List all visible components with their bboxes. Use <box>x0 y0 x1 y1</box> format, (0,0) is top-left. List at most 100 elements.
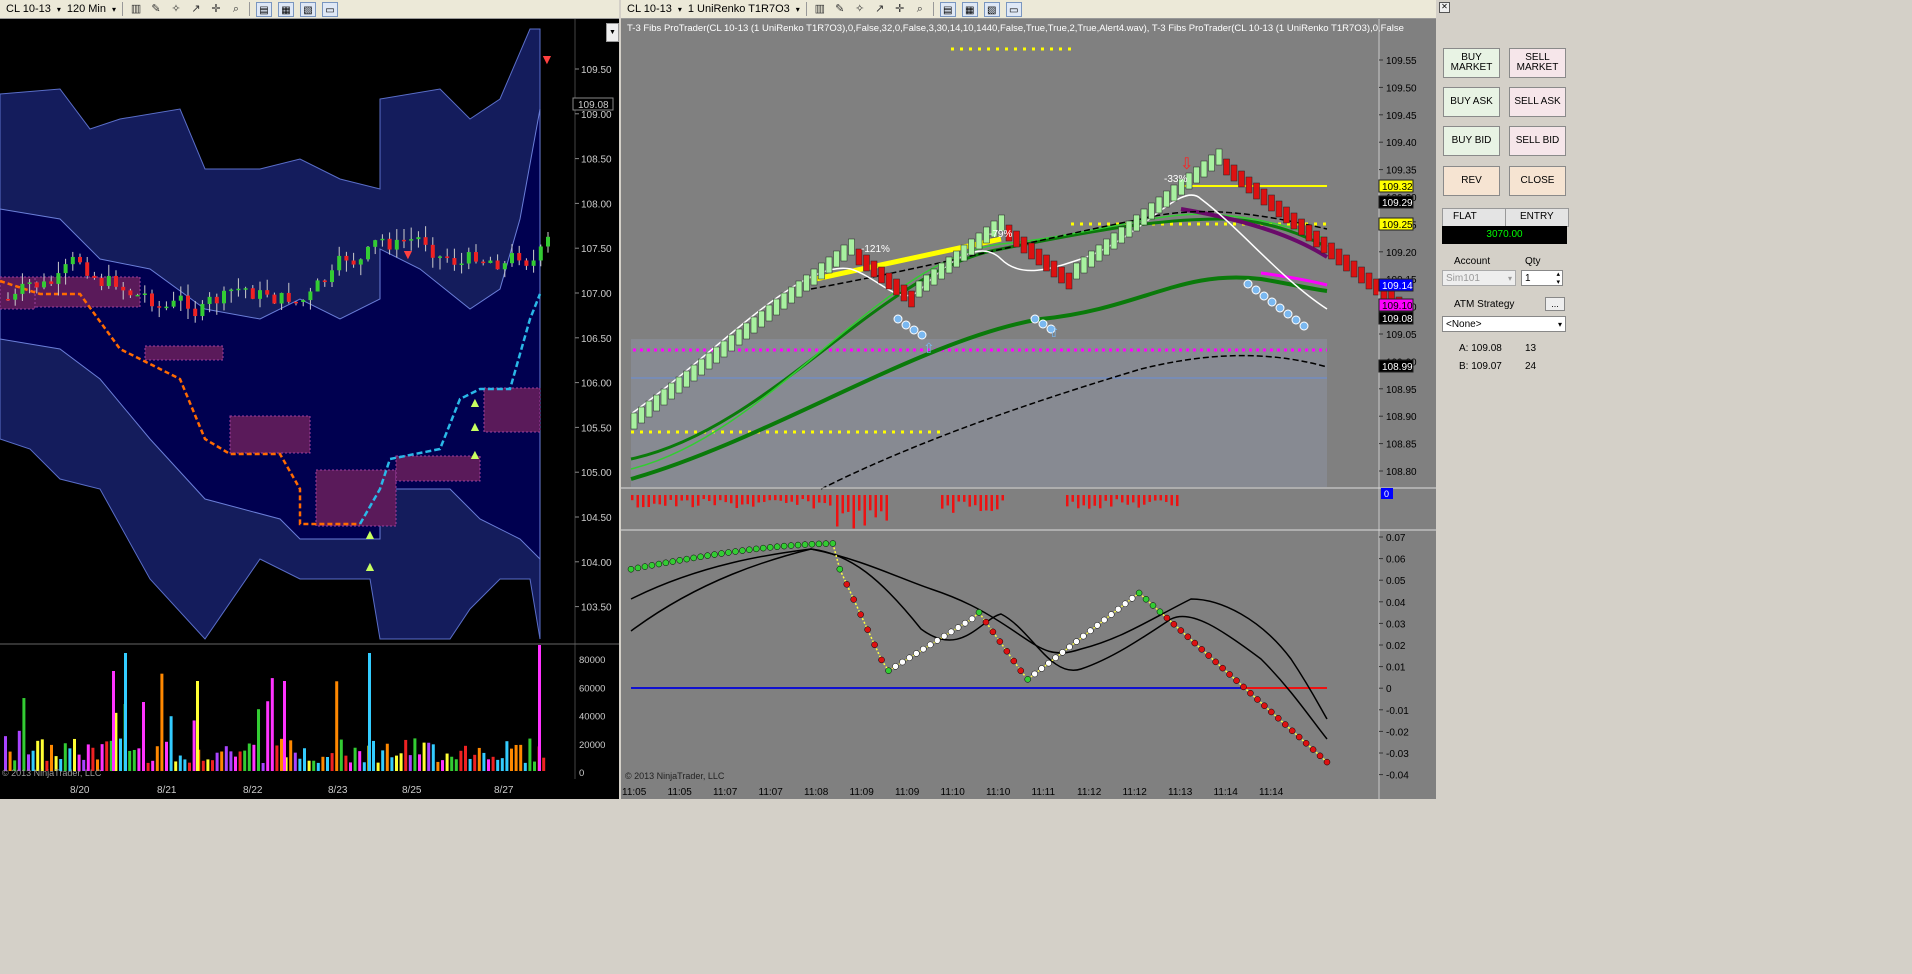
volume-bar <box>132 749 136 771</box>
close-icon[interactable]: ✕ <box>1439 2 1450 13</box>
account-select[interactable]: Sim101 ▾ <box>1442 270 1516 286</box>
oscillator-dot <box>739 547 746 554</box>
oscillator-dot <box>885 667 892 674</box>
candle-body <box>474 252 478 262</box>
indicators-icon[interactable]: ▦ <box>961 1 978 17</box>
price-tick-label: 109.45 <box>1386 111 1417 122</box>
candle-body <box>322 280 327 283</box>
renko-brick <box>938 262 945 280</box>
interval-selector[interactable]: 1 UniRenko T1R7O3 <box>688 3 790 15</box>
oscillator-dot <box>662 559 670 567</box>
magnify-icon[interactable]: ⌕ <box>229 3 243 16</box>
time-tick-label: 11:09 <box>895 787 920 798</box>
sell-market-button[interactable]: SELL MARKET <box>1509 48 1566 78</box>
data-box-icon[interactable]: ▭ <box>322 1 339 17</box>
chevron-down-icon[interactable]: ▾ <box>57 5 61 14</box>
oscillator-dot <box>927 641 934 649</box>
properties-icon[interactable]: ▤ <box>939 1 956 17</box>
bid-size-label: 24 <box>1525 361 1537 372</box>
scroll-arrow-icon[interactable]: ▼ <box>606 23 619 42</box>
histogram-bar <box>1165 495 1168 502</box>
histogram-bar <box>675 495 678 507</box>
signal-arrow-icon: ▲ <box>363 526 377 542</box>
oscillator-dot <box>1101 616 1108 624</box>
bar-type-icon[interactable]: ▥ <box>129 3 143 16</box>
buy-bid-button[interactable]: BUY BID <box>1443 126 1500 156</box>
renko-brick <box>668 382 675 400</box>
chevron-down-icon[interactable]: ▾ <box>678 5 682 14</box>
right-price-chart[interactable]: T-3 Fibs ProTrader(CL 10-13 (1 UniRenko … <box>621 19 1436 799</box>
chevron-down-icon: ▾ <box>1557 320 1562 329</box>
sell-ask-button[interactable]: SELL ASK <box>1509 87 1566 117</box>
bar-type-icon[interactable]: ▥ <box>813 3 827 16</box>
volume-bar <box>112 671 115 771</box>
volume-bar <box>266 701 270 771</box>
buy-market-button[interactable]: BUY MARKET <box>1443 48 1500 78</box>
pencil-icon[interactable]: ✎ <box>149 3 163 16</box>
renko-brick <box>1035 248 1043 266</box>
histogram-bar <box>1115 495 1118 500</box>
price-tick-label: 109.35 <box>1386 166 1417 177</box>
oscillator-dot <box>1003 648 1011 655</box>
crosshair-icon[interactable]: ✛ <box>893 3 907 16</box>
pencil-icon[interactable]: ✎ <box>833 3 847 16</box>
close-position-button[interactable]: CLOSE <box>1509 166 1566 196</box>
atm-more-button[interactable]: ... <box>1545 297 1565 311</box>
histogram-bar <box>702 495 705 500</box>
volume-bar <box>514 744 518 771</box>
indicators-icon[interactable]: ▦ <box>278 1 295 17</box>
toolbar-divider <box>805 2 807 16</box>
properties-icon[interactable]: ▤ <box>256 1 273 17</box>
renko-brick <box>1148 202 1155 220</box>
magnify-icon[interactable]: ⌕ <box>913 3 927 16</box>
volume-bar <box>385 743 389 771</box>
instrument-selector[interactable]: CL 10-13 <box>627 3 672 15</box>
pointer-icon[interactable]: ↗ <box>873 3 887 16</box>
quantity-stepper[interactable]: 1 ▴ ▾ <box>1521 270 1563 286</box>
interval-selector[interactable]: 120 Min <box>67 3 106 15</box>
volume-bar <box>252 744 256 771</box>
pointer-icon[interactable]: ↗ <box>189 3 203 16</box>
chevron-down-icon[interactable]: ▾ <box>112 5 116 14</box>
signal-arrow-icon: ▼ <box>401 246 415 262</box>
histogram-bar <box>713 495 716 506</box>
strategies-icon[interactable]: ▧ <box>300 1 317 17</box>
chevron-down-icon[interactable]: ▾ <box>796 5 800 14</box>
instrument-selector[interactable]: CL 10-13 <box>6 3 51 15</box>
atm-strategy-select[interactable]: <None> ▾ <box>1442 316 1566 332</box>
zoom-icon[interactable]: ✧ <box>853 3 867 16</box>
position-label: FLAT <box>1453 211 1477 222</box>
oscillator-dot <box>1149 602 1157 609</box>
oscillator-dot <box>1059 649 1066 656</box>
volume-bar <box>307 760 311 771</box>
renko-brick <box>968 238 975 256</box>
volume-bar <box>275 745 279 771</box>
volume-bar <box>243 750 247 771</box>
position-header: FLAT ENTRY <box>1442 208 1569 227</box>
crosshair-icon[interactable]: ✛ <box>209 3 223 16</box>
oscillator-dot <box>759 544 767 552</box>
buy-ask-button[interactable]: BUY ASK <box>1443 87 1500 117</box>
entry-label: ENTRY <box>1520 211 1554 222</box>
volume-bar <box>36 740 40 771</box>
histogram-bar <box>658 495 661 505</box>
stepper-arrows-icon[interactable]: ▴ ▾ <box>1556 271 1560 287</box>
osc-tick-label: -0.04 <box>1386 771 1409 782</box>
sell-bid-button[interactable]: SELL BID <box>1509 126 1566 156</box>
candle-body <box>438 256 442 258</box>
volume-bar <box>238 751 242 771</box>
histogram-bar <box>763 495 766 502</box>
oscillator-dot <box>1156 608 1164 616</box>
oscillator-dot <box>1212 658 1219 666</box>
zoom-icon[interactable]: ✧ <box>169 3 183 16</box>
reverse-button[interactable]: REV <box>1443 166 1500 196</box>
volume-bar <box>160 673 164 771</box>
left-price-chart[interactable]: ▼▼▲▲▲▲▲ 109.50109.00108.50108.00107.5010… <box>0 19 619 799</box>
strategies-icon[interactable]: ▧ <box>983 1 1000 17</box>
renko-brick <box>1050 260 1058 278</box>
data-box-icon[interactable]: ▭ <box>1005 1 1022 17</box>
oscillator-dot <box>697 553 704 561</box>
copyright-label: © 2013 NinjaTrader, LLC <box>625 771 725 781</box>
candle-body <box>78 256 82 263</box>
candle-body <box>42 281 46 288</box>
